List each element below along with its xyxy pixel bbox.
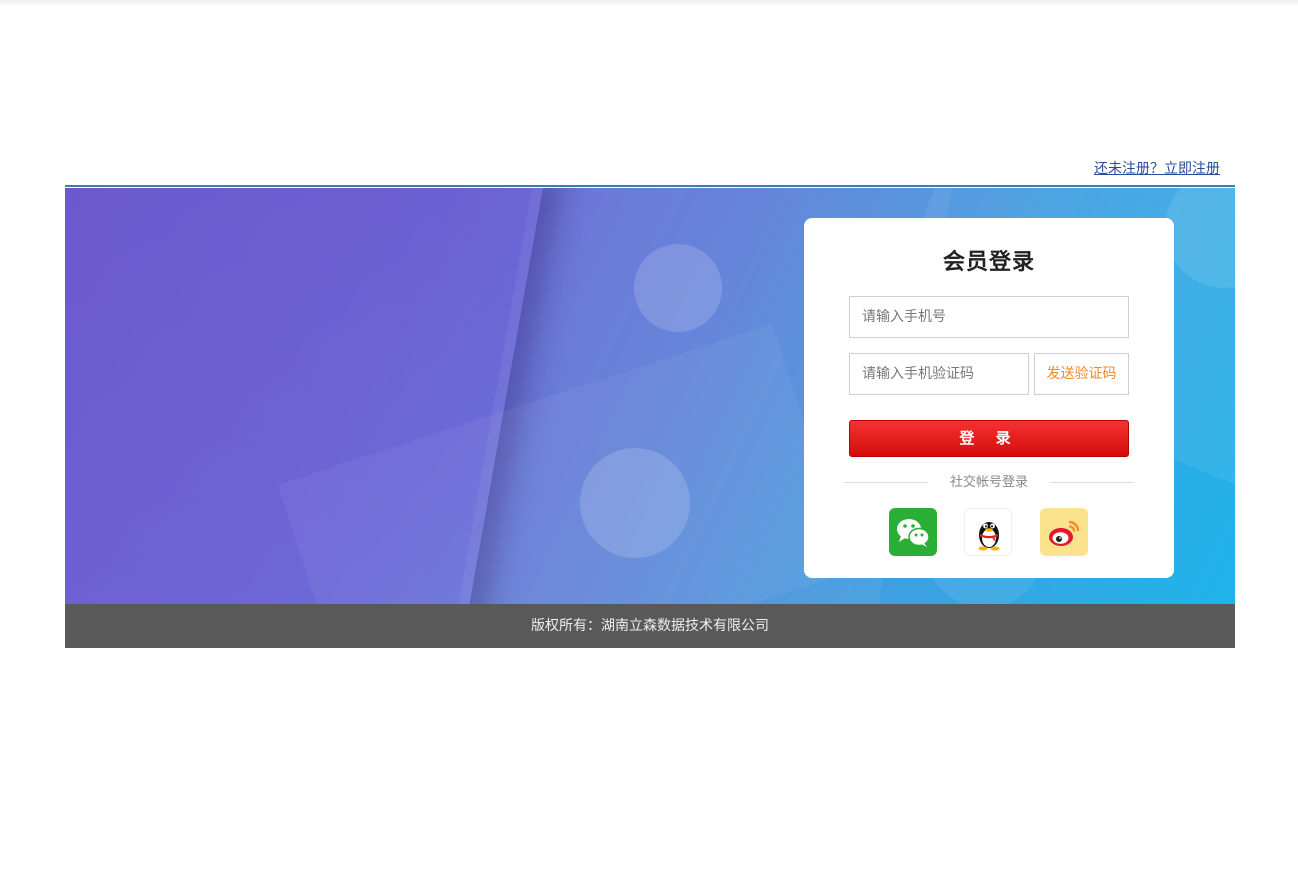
social-login-label: 社交帐号登录 <box>949 475 1028 490</box>
footer-copyright: 版权所有：湖南立森数据技术有限公司 <box>65 604 1235 648</box>
top-shadow <box>0 0 1298 6</box>
login-button[interactable]: 登 录 <box>849 420 1129 457</box>
phone-input[interactable] <box>849 296 1129 338</box>
login-title: 会员登录 <box>942 250 1035 275</box>
weibo-icon[interactable] <box>1040 508 1088 556</box>
social-login-divider: 社交帐号登录 <box>844 473 1134 493</box>
verification-code-input[interactable] <box>849 353 1029 395</box>
send-code-button[interactable]: 发送验证码 <box>1034 353 1129 395</box>
login-card: 会员登录 发送验证码 登 录 社交帐号登录 <box>804 218 1174 578</box>
banner-circle <box>634 244 722 332</box>
divider-rule <box>1050 482 1134 483</box>
header-divider <box>65 185 1235 187</box>
register-link[interactable]: 还未注册？立即注册 <box>1094 158 1220 178</box>
banner-circle <box>580 448 690 558</box>
login-banner: 会员登录 发送验证码 登 录 社交帐号登录 <box>65 188 1235 604</box>
wechat-icon[interactable] <box>889 508 937 556</box>
qq-icon[interactable] <box>964 508 1012 556</box>
